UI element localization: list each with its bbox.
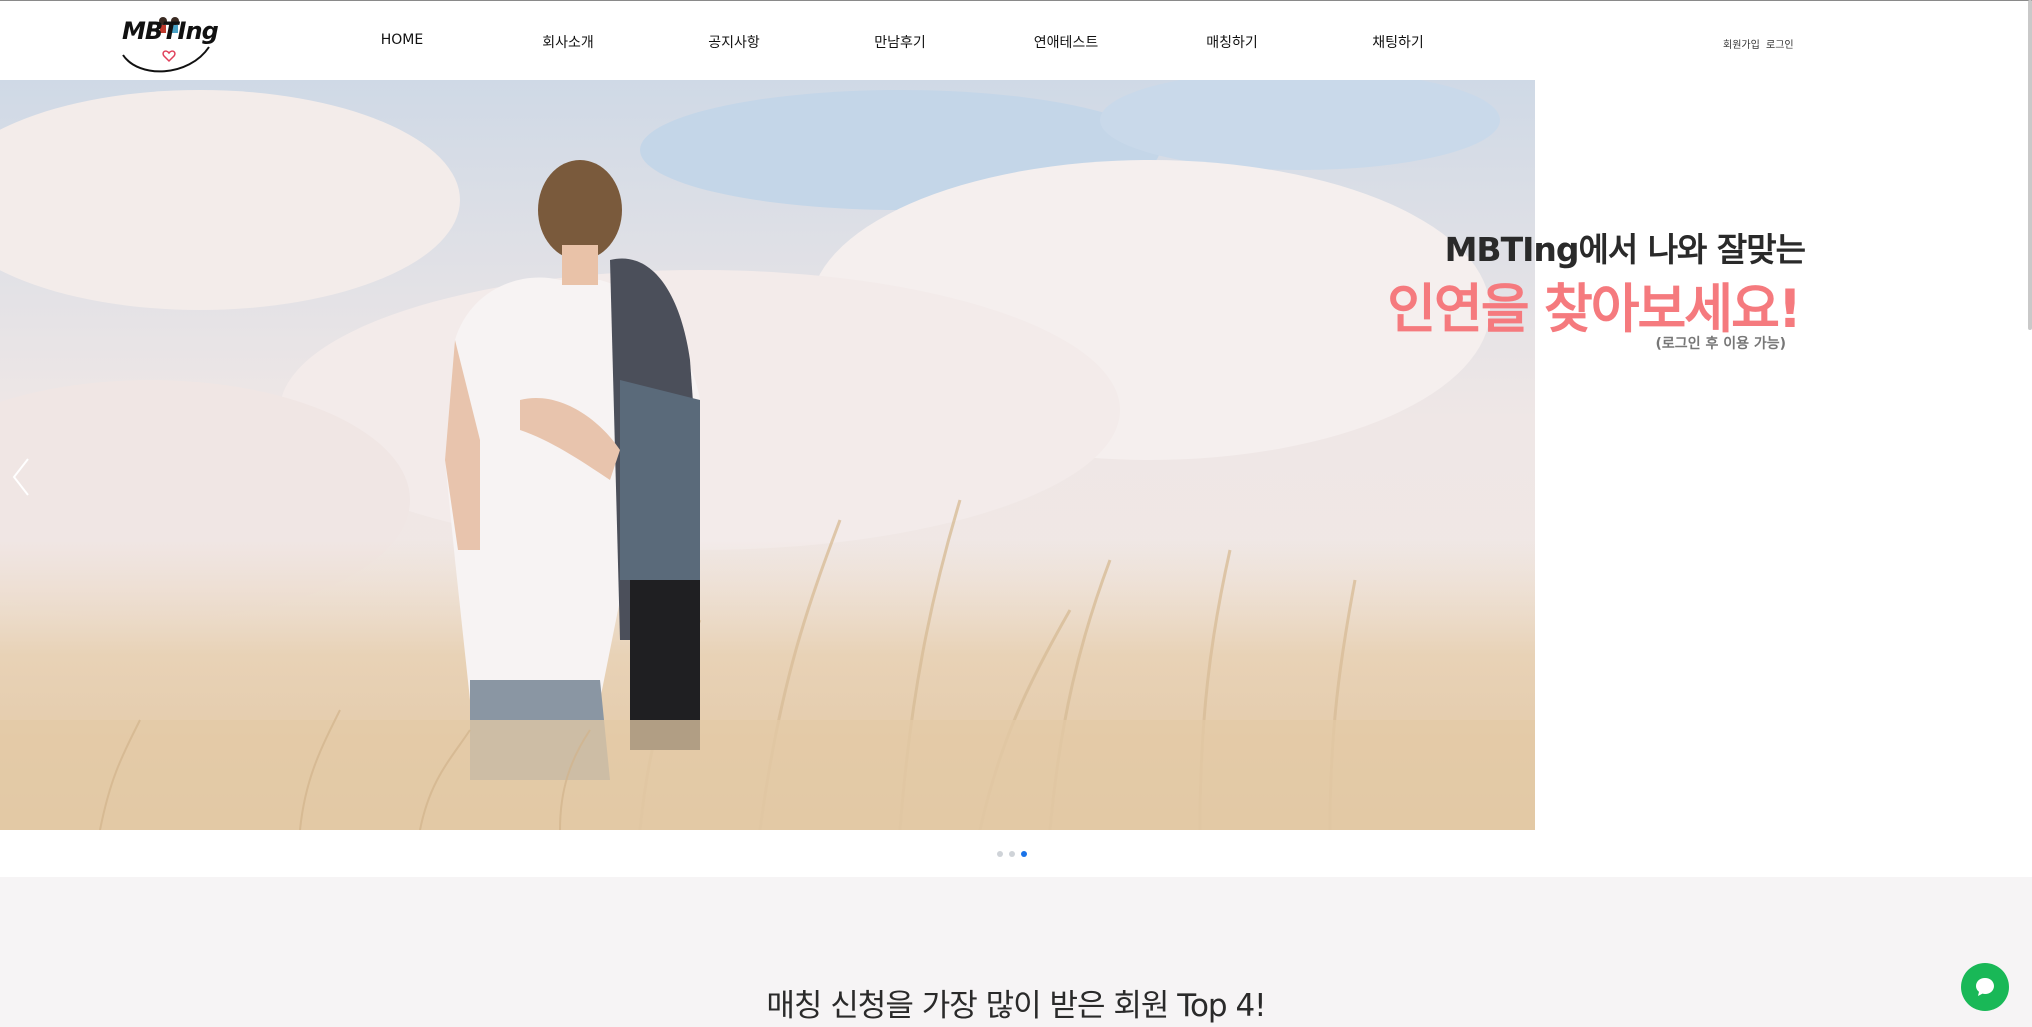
nav-company[interactable]: 회사소개	[542, 32, 594, 52]
site-logo[interactable]: MBTIng	[119, 11, 219, 73]
hero-slider: MBTIng에서 나와 잘맞는 인연을 찾아보세요! (로그인 후 이용 가능)	[0, 80, 2032, 830]
signup-link[interactable]: 회원가입	[1723, 36, 1760, 51]
hero-headline: MBTIng에서 나와 잘맞는	[1444, 230, 1806, 269]
top-members-section: 매칭 신청을 가장 많이 받은 회원 Top 4!	[0, 877, 2032, 1027]
nav-love-test[interactable]: 연애테스트	[1034, 32, 1098, 52]
slider-dot-3[interactable]	[1021, 851, 1027, 857]
chevron-left-icon	[12, 458, 29, 496]
nav-matching[interactable]: 매칭하기	[1206, 32, 1258, 52]
nav-chatting[interactable]: 채팅하기	[1372, 32, 1424, 52]
logo-text: MBTIng	[122, 17, 219, 45]
hero-login-note: (로그인 후 이용 가능)	[1655, 336, 1786, 352]
section-title: 매칭 신청을 가장 많이 받은 회원 Top 4!	[766, 988, 1266, 1024]
chat-bubble-icon	[1976, 978, 1994, 996]
nav-home[interactable]: HOME	[381, 32, 423, 48]
slider-dot-2[interactable]	[1009, 851, 1015, 857]
slider-prev-button[interactable]	[6, 455, 36, 499]
page-scrollbar[interactable]	[2028, 0, 2032, 330]
site-header: MBTIng HOME 회사소개 공지사항 만남후기 연애테스트 매칭하기 채팅…	[0, 1, 2032, 80]
slider-dot-1[interactable]	[997, 851, 1003, 857]
chat-button[interactable]	[1961, 963, 2009, 1011]
nav-reviews[interactable]: 만남후기	[874, 32, 926, 52]
hero-subheadline: 인연을 찾아보세요!	[1387, 279, 1802, 340]
login-link[interactable]: 로그인	[1766, 36, 1794, 51]
hero-photo	[0, 80, 1535, 830]
nav-notice[interactable]: 공지사항	[708, 32, 760, 52]
